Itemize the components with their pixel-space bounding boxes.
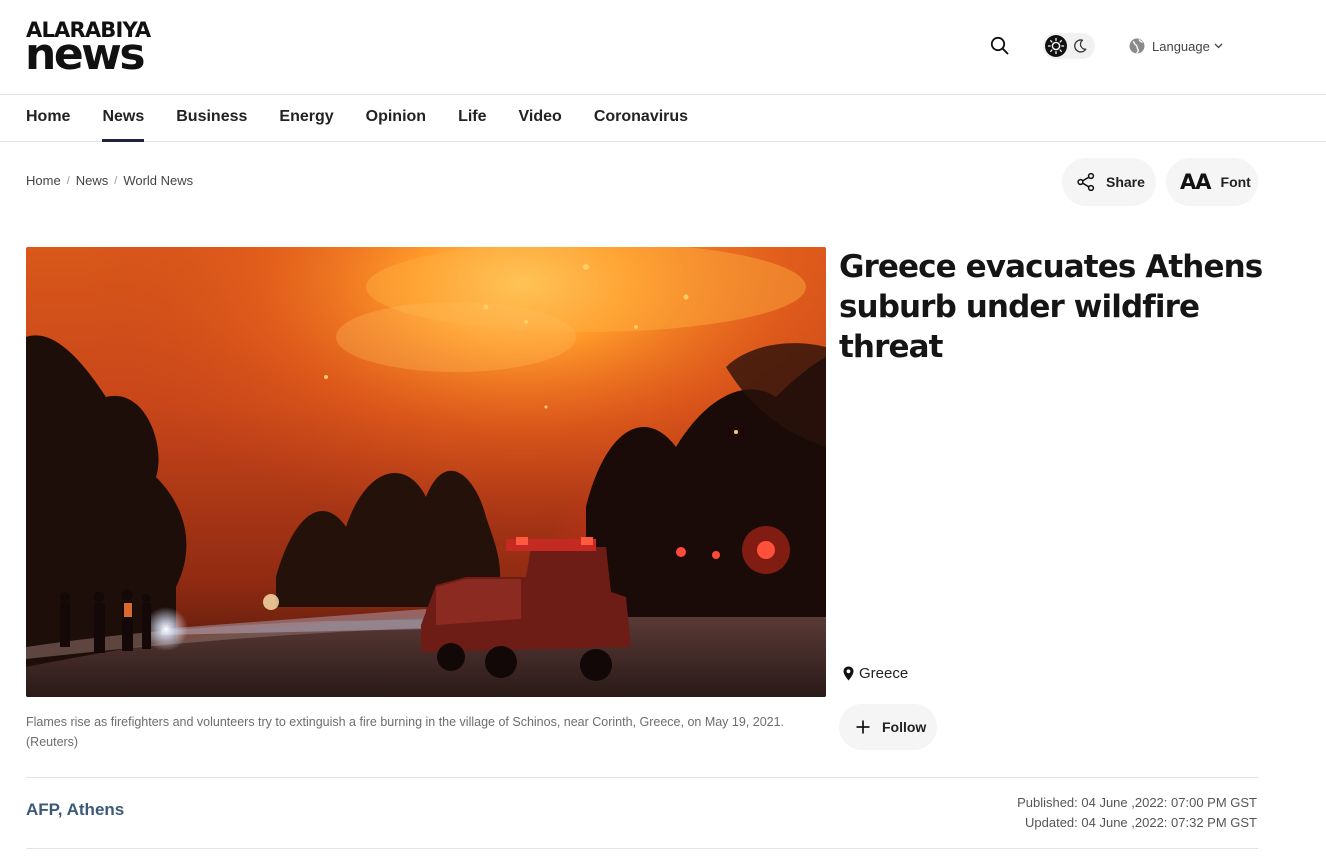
breadcrumb-news[interactable]: News <box>76 173 109 188</box>
divider <box>26 848 1258 849</box>
image-caption: Flames rise as firefighters and voluntee… <box>26 715 785 749</box>
plus-icon <box>856 720 870 734</box>
font-size-button[interactable]: AA Font <box>1166 158 1258 206</box>
nav-item-coronavirus[interactable]: Coronavirus <box>594 95 688 142</box>
published-date: Published: 04 June ,2022: 07:00 PM GST <box>1017 795 1257 810</box>
nav-list: Home News Business Energy Opinion Life V… <box>26 95 720 142</box>
nav-item-opinion[interactable]: Opinion <box>366 95 426 142</box>
share-button[interactable]: Share <box>1062 158 1156 206</box>
site-header: ALARABIYA news Language <box>0 0 1326 95</box>
updated-date: Updated: 04 June ,2022: 07:32 PM GST <box>1025 815 1257 830</box>
main-nav: Home News Business Energy Opinion Life V… <box>0 95 1326 142</box>
nav-item-business[interactable]: Business <box>176 95 247 142</box>
chevron-down-icon <box>1214 43 1223 49</box>
language-label: Language <box>1152 38 1210 54</box>
nav-item-energy[interactable]: Energy <box>279 95 333 142</box>
nav-item-life[interactable]: Life <box>458 95 486 142</box>
article-headline: Greece evacuates Athens suburb under wil… <box>839 249 1263 365</box>
font-size-icon: AA <box>1180 170 1212 194</box>
breadcrumb-home[interactable]: Home <box>26 173 61 188</box>
share-label: Share <box>1106 174 1145 190</box>
map-pin-icon <box>843 666 854 681</box>
article-dates: Published: 04 June ,2022: 07:00 PM GST U… <box>1017 793 1257 833</box>
follow-button[interactable]: Follow <box>839 704 937 750</box>
moon-icon <box>1074 39 1087 53</box>
nav-item-video[interactable]: Video <box>519 95 562 142</box>
search-button[interactable] <box>987 33 1013 59</box>
globe-icon <box>1129 38 1145 54</box>
nav-item-news[interactable]: News <box>102 95 144 142</box>
breadcrumb: Home / News / World News <box>26 173 193 188</box>
nav-item-home[interactable]: Home <box>26 95 70 142</box>
search-icon <box>990 36 1009 55</box>
location-label: Greece <box>859 665 909 682</box>
article-hero-image <box>26 247 826 697</box>
sun-icon <box>1045 35 1067 57</box>
theme-toggle[interactable] <box>1043 33 1095 59</box>
article-byline[interactable]: AFP, Athens <box>26 800 124 820</box>
divider <box>26 777 1258 778</box>
location-tag[interactable]: Greece <box>843 665 908 682</box>
breadcrumb-separator: / <box>114 174 118 187</box>
share-icon <box>1077 172 1095 192</box>
follow-label: Follow <box>882 719 927 735</box>
site-logo[interactable]: ALARABIYA news <box>25 18 151 80</box>
font-label: Font <box>1220 174 1251 190</box>
breadcrumb-world-news[interactable]: World News <box>123 173 193 188</box>
breadcrumb-separator: / <box>66 174 70 187</box>
logo-wordmark-bottom: news <box>25 29 146 80</box>
language-selector[interactable]: Language <box>1128 36 1223 56</box>
